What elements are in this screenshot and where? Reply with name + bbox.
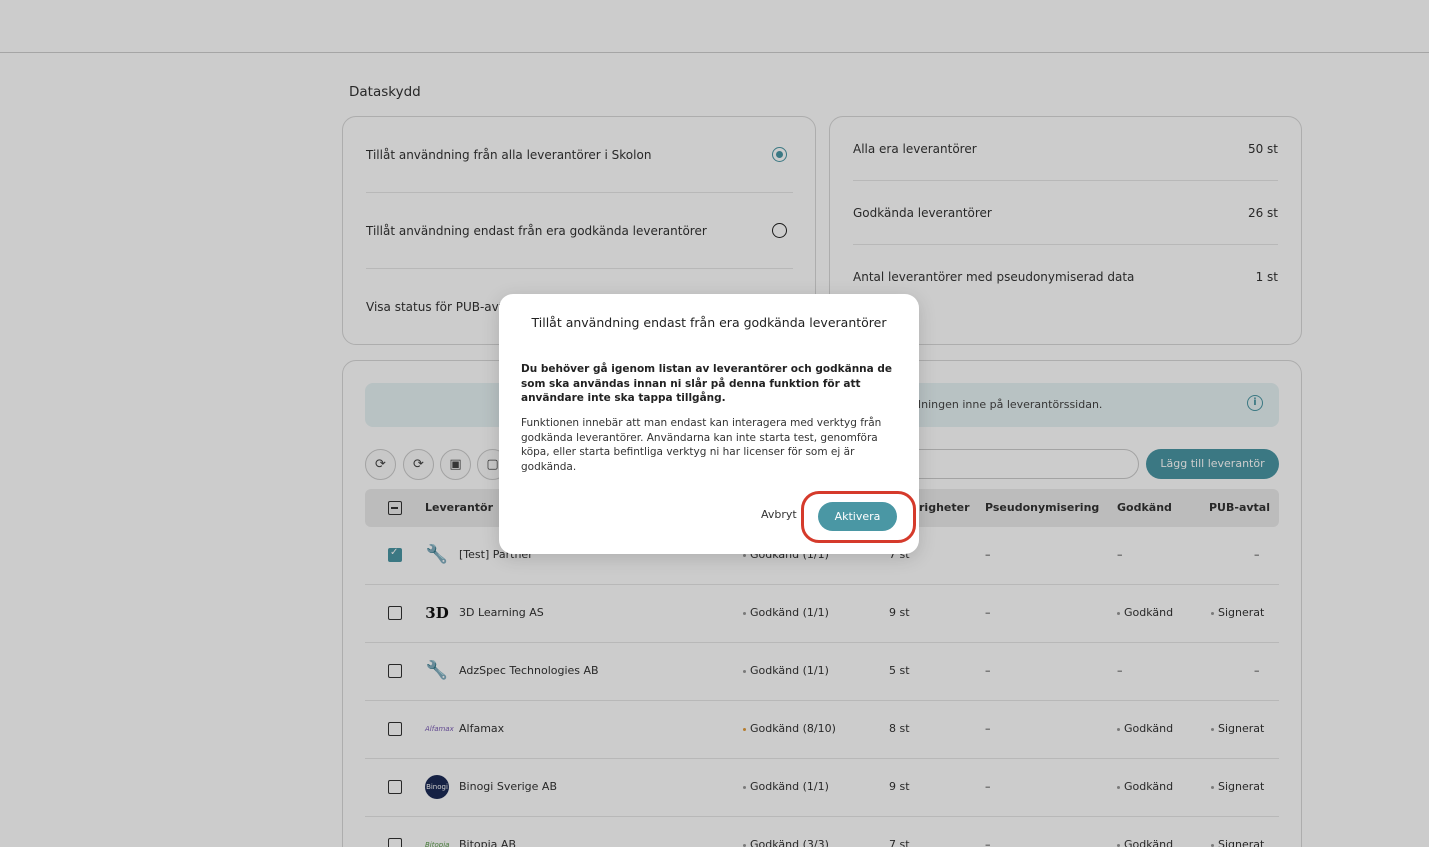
dialog-warning: Du behöver gå igenom listan av leverantö… — [521, 363, 893, 404]
cancel-button[interactable]: Avbryt — [761, 508, 797, 521]
confirm-dialog: Tillåt användning endast från era godkän… — [499, 294, 919, 554]
dialog-title: Tillåt användning endast från era godkän… — [531, 315, 887, 330]
activate-button[interactable]: Aktivera — [818, 502, 897, 531]
dialog-body: Funktionen innebär att man endast kan in… — [521, 417, 882, 473]
